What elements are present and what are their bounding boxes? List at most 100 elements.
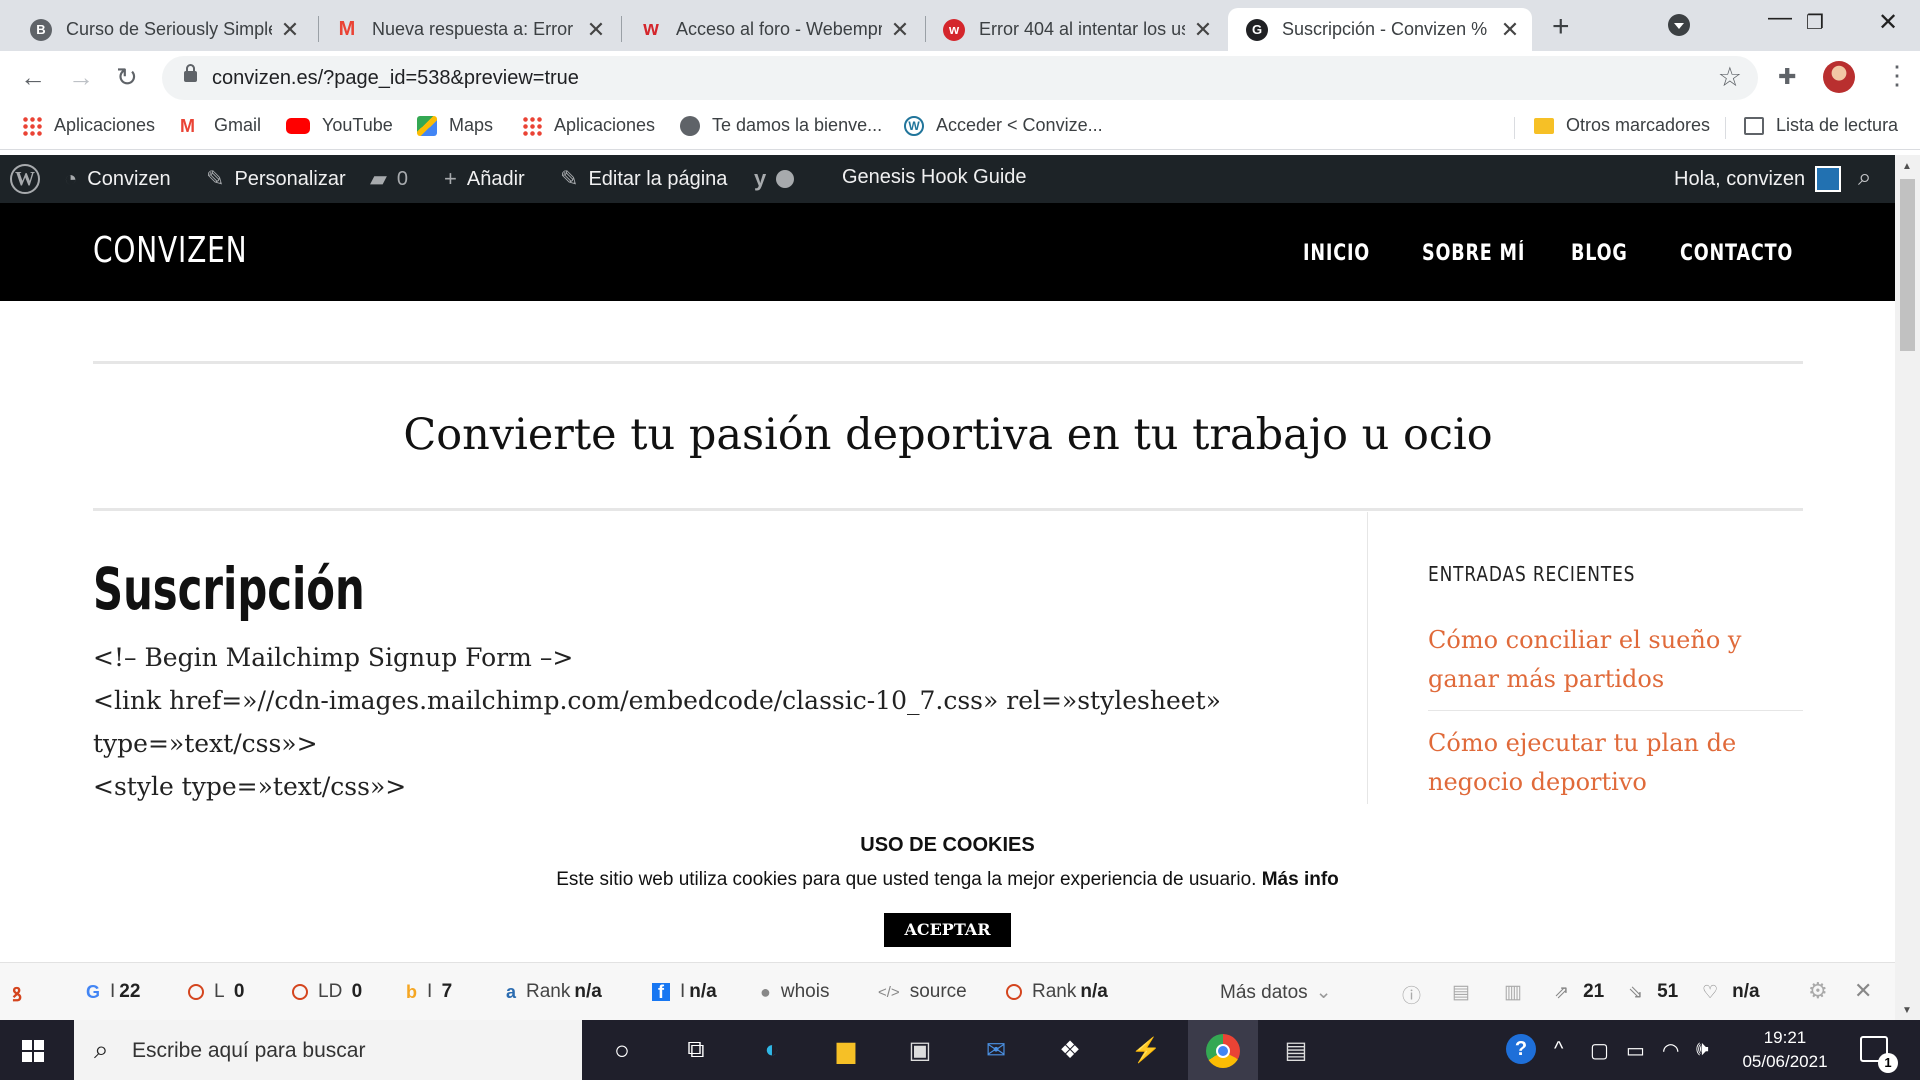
page-scrollbar[interactable]: ▲ ▼ — [1895, 155, 1920, 1020]
linking-domains-stat[interactable]: LD 0 — [292, 981, 362, 1003]
tab-suscripcion[interactable]: G Suscripción - Convizen % ✕ — [1228, 8, 1532, 51]
profile-avatar[interactable] — [1823, 61, 1855, 93]
windows-start-icon[interactable] — [22, 1040, 44, 1062]
address-bar[interactable]: convizen.es/?page_id=538&preview=true ☆ — [162, 56, 1758, 100]
tab-error-404[interactable]: w Error 404 al intentar los us ✕ — [925, 8, 1225, 51]
close-icon[interactable]: ✕ — [1500, 17, 1520, 43]
stat-value: 21 — [1583, 981, 1605, 1002]
edge-icon[interactable]: ◐ — [756, 1034, 788, 1066]
help-icon[interactable]: ? — [1506, 1034, 1536, 1064]
density-icon[interactable]: ▤ — [1452, 981, 1470, 1004]
volume-icon[interactable]: 🕪 — [1696, 1038, 1709, 1061]
bing-index-stat[interactable]: b I 7 — [406, 981, 452, 1003]
recent-post-link[interactable]: Cómo ejecutar tu plan de negocio deporti… — [1428, 724, 1803, 802]
tab-webempresa-forum[interactable]: w Acceso al foro - Webempr ✕ — [622, 8, 922, 51]
battery-icon[interactable]: ▭ — [1626, 1038, 1645, 1063]
extensions-puzzle-icon[interactable]: ✚ — [1778, 64, 1796, 90]
more-info-link[interactable]: Más info — [1262, 869, 1339, 890]
nav-inicio[interactable]: INICIO — [1303, 241, 1370, 266]
back-icon[interactable]: ← — [20, 62, 46, 93]
tab-gmail[interactable]: M Nueva respuesta a: Error 4 ✕ — [318, 8, 618, 51]
close-icon[interactable]: ✕ — [280, 17, 300, 43]
content-line: <link href=»//cdn-images.mailchimp.com/e… — [93, 686, 1221, 715]
seoquake-logo-icon[interactable]: ꝸ — [12, 981, 22, 1007]
scroll-down-arrow-icon[interactable]: ▼ — [1902, 1005, 1912, 1016]
notepad-icon[interactable]: ▤ — [1280, 1034, 1312, 1066]
nav-contacto[interactable]: CONTACTO — [1680, 241, 1793, 266]
system-clock[interactable]: 19:21 05/06/2021 — [1730, 1026, 1840, 1074]
bookmark-aplicaciones-2[interactable]: Aplicaciones — [522, 115, 655, 136]
close-icon[interactable]: ✕ — [586, 17, 606, 43]
more-data-dropdown[interactable]: Más datos ⌄ — [1220, 981, 1332, 1004]
close-icon[interactable]: ✕ — [890, 17, 910, 43]
admin-genesis-hook-guide[interactable]: Genesis Hook Guide — [842, 166, 1027, 189]
accept-cookies-button[interactable]: ACEPTAR — [884, 913, 1011, 947]
menu-kebab-icon[interactable]: ⋮ — [1884, 60, 1910, 91]
restore-icon[interactable]: ❐ — [1806, 10, 1824, 35]
close-icon[interactable]: ✕ — [1854, 978, 1872, 1004]
gear-icon[interactable]: ⚙ — [1808, 978, 1828, 1004]
bing-icon: b — [406, 981, 417, 1002]
bookmark-aplicaciones[interactable]: Aplicaciones — [22, 115, 155, 136]
minimize-icon[interactable]: — — [1768, 4, 1792, 32]
bookmark-acceder-convizen[interactable]: W Acceder < Convize... — [904, 115, 1103, 136]
bookmark-otros-marcadores[interactable]: Otros marcadores — [1534, 115, 1710, 136]
meet-now-icon[interactable]: ▢ — [1590, 1038, 1609, 1063]
page-icon[interactable]: ▥ — [1504, 981, 1522, 1004]
admin-search-icon[interactable]: ⌕ — [1858, 164, 1871, 192]
internal-links-stat[interactable]: ⇘ 51 — [1628, 981, 1678, 1003]
site-title[interactable]: CONVIZEN — [93, 230, 247, 271]
scroll-up-arrow-icon[interactable]: ▲ — [1902, 161, 1912, 172]
taskbar-search-box[interactable]: ⌕ Escribe aquí para buscar — [74, 1020, 582, 1080]
tab-seriously-simple[interactable]: B Curso de Seriously Simple ✕ — [12, 8, 312, 51]
info-icon[interactable]: ⓘ — [1402, 981, 1421, 1008]
nav-blog[interactable]: BLOG — [1571, 241, 1628, 266]
semrush-rank-stat[interactable]: Rank n/a — [1006, 981, 1108, 1003]
reload-icon[interactable]: ↻ — [116, 62, 138, 93]
google-index-stat[interactable]: G I 22 — [86, 981, 140, 1003]
admin-yoast-seo[interactable]: y — [754, 166, 795, 192]
dropbox-icon[interactable]: ❖ — [1054, 1034, 1086, 1066]
nav-sobre-mi[interactable]: SOBRE MÍ — [1422, 241, 1525, 266]
close-icon[interactable]: ✕ — [1193, 17, 1213, 43]
url-text[interactable]: convizen.es/?page_id=538&preview=true — [212, 67, 579, 90]
forward-icon[interactable]: → — [68, 62, 94, 93]
mail-icon[interactable]: ✉ — [980, 1034, 1012, 1066]
source-link[interactable]: </> source — [878, 981, 967, 1003]
file-explorer-icon[interactable]: ▆ — [830, 1034, 862, 1066]
bookmark-gmail[interactable]: M Gmail — [180, 115, 261, 136]
admin-customize-link[interactable]: ✎ Personalizar — [206, 166, 346, 192]
recent-post-link[interactable]: Cómo conciliar el sueño y ganar más part… — [1428, 621, 1803, 699]
bookmark-maps[interactable]: Maps — [417, 115, 493, 136]
admin-comments-link[interactable]: ▰ 0 — [370, 166, 408, 192]
chrome-icon[interactable] — [1206, 1034, 1240, 1068]
admin-site-link[interactable]: ◔ Convizen — [64, 166, 171, 192]
new-tab-icon[interactable]: + — [1552, 10, 1570, 44]
store-icon[interactable]: ▣ — [904, 1034, 936, 1066]
close-window-icon[interactable]: ✕ — [1878, 8, 1898, 37]
whois-link[interactable]: ● whois — [760, 981, 829, 1003]
facebook-stat[interactable]: f In/a — [652, 981, 717, 1003]
external-link-icon: ⇗ — [1554, 981, 1570, 1002]
chevron-up-icon[interactable]: ^ — [1554, 1038, 1563, 1061]
app-icon[interactable]: ⚡ — [1130, 1034, 1162, 1066]
wordpress-logo-icon[interactable]: W — [10, 164, 40, 194]
tab-search-icon[interactable] — [1668, 14, 1690, 36]
external-links-stat[interactable]: ⇗ 21 — [1554, 981, 1604, 1003]
scrollbar-thumb[interactable] — [1900, 179, 1915, 351]
bookmark-bienvenida[interactable]: Te damos la bienve... — [680, 115, 882, 136]
alexa-rank-stat[interactable]: a Rank n/a — [506, 981, 602, 1003]
admin-add-new-link[interactable]: + Añadir — [444, 166, 525, 192]
admin-edit-page-link[interactable]: ✎ Editar la página — [560, 166, 727, 192]
bookmark-youtube[interactable]: YouTube — [286, 115, 393, 136]
health-stat[interactable]: ♡ n/a — [1702, 981, 1760, 1003]
admin-my-account[interactable]: Hola, convizen — [1674, 166, 1842, 192]
cookie-banner: USO DE COOKIES Este sitio web utiliza co… — [0, 806, 1895, 962]
reading-list[interactable]: Lista de lectura — [1744, 115, 1898, 136]
wifi-icon[interactable]: ◠ — [1662, 1038, 1679, 1063]
gmail-icon: M — [338, 18, 356, 40]
task-view-icon[interactable]: ⧉ — [680, 1034, 712, 1066]
links-stat[interactable]: L 0 — [188, 981, 244, 1003]
cortana-icon[interactable]: ○ — [606, 1034, 638, 1066]
bookmark-star-icon[interactable]: ☆ — [1718, 62, 1742, 93]
